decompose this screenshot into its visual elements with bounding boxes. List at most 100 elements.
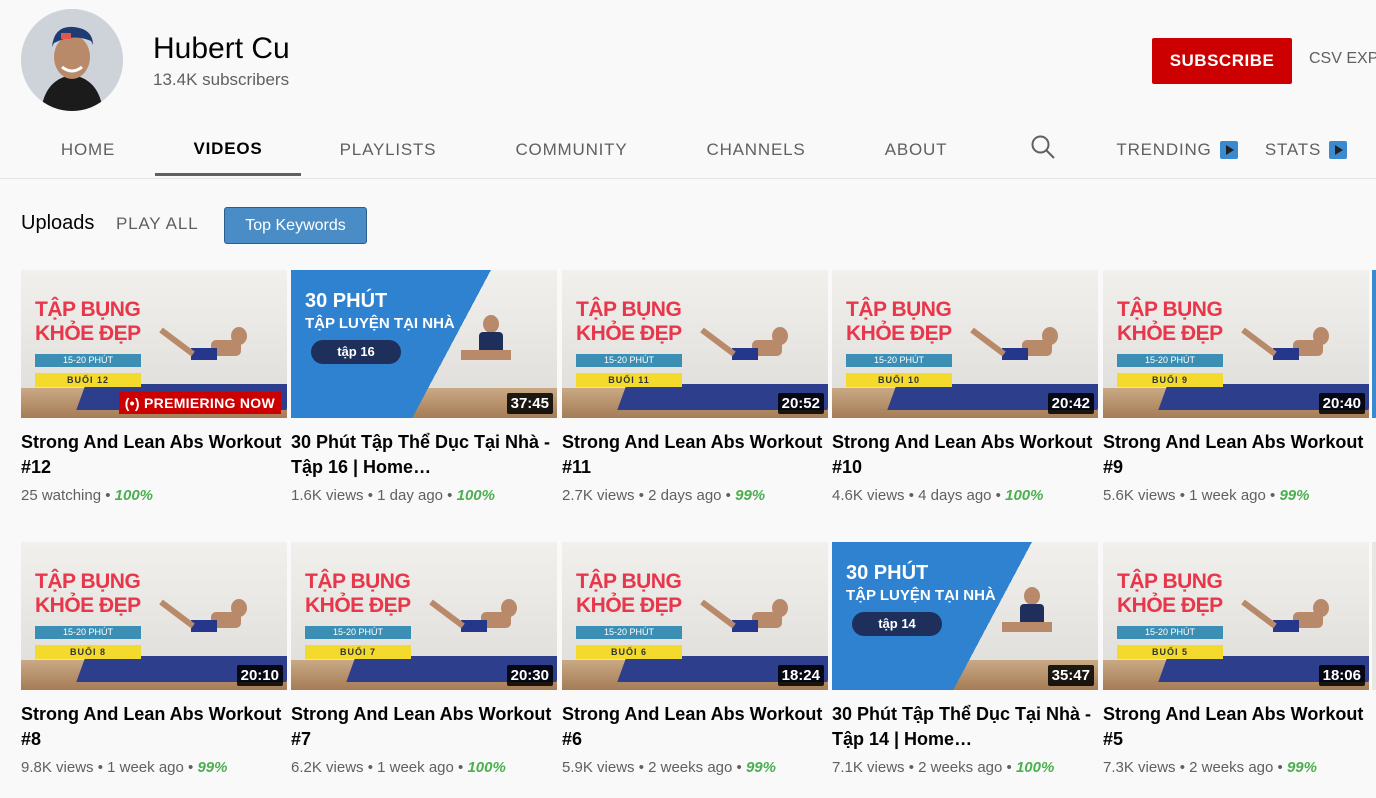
thumbnail-text: TẬP BỤNG KHỎE ĐẸP (1117, 298, 1223, 345)
video-title[interactable]: Strong And Lean Abs Workout #6 (562, 702, 828, 752)
video-stats: 1.6K views • 1 day ago (291, 487, 444, 504)
tab-community[interactable]: COMMUNITY (500, 124, 643, 176)
video-thumbnail[interactable]: 30 PHÚT TẬP LUYỆN TẠI NHÀ tập 16 37:45 (291, 270, 557, 418)
tab-label: PLAYLISTS (339, 140, 437, 159)
video-stats: 9.8K views • 1 week ago (21, 759, 184, 776)
video-meta: 6.2K views • 1 week ago • 100% (291, 759, 506, 776)
like-percent: 99% (1286, 759, 1317, 776)
subscribe-button[interactable]: SUBSCRIBE (1152, 38, 1292, 84)
search-icon[interactable] (1030, 134, 1056, 160)
play-badge-icon (1219, 141, 1238, 159)
video-meta: 4.6K views • 4 days ago • 100% (832, 487, 1044, 504)
tab-trending[interactable]: TRENDING (1112, 124, 1242, 176)
section-title: Uploads (21, 212, 95, 234)
video-meta: 5.9K views • 2 weeks ago • 99% (562, 759, 776, 776)
like-percent: 100% (1015, 759, 1055, 776)
like-percent: 99% (197, 759, 228, 776)
tab-label: COMMUNITY (515, 140, 628, 159)
duration-badge: 20:42 (1047, 393, 1094, 414)
video-title[interactable]: Strong And Lean Abs Workout #11 (562, 430, 828, 480)
video-meta: 2.7K views • 2 days ago • 99% (562, 487, 766, 504)
csv-export-button[interactable]: CSV EXPO (1309, 50, 1376, 68)
duration-badge: 37:45 (506, 393, 553, 414)
thumbnail-session: BUỔI 12 (35, 373, 141, 387)
video-card[interactable]: TẬP BỤNG KHỎE ĐẸP 15-20 PHÚT BUỔI 5 18:06… (1103, 542, 1369, 776)
video-card[interactable]: TẬP BỤNG KHỎE ĐẸP 15-20 PHÚT BUỔI 7 20:30… (291, 542, 557, 776)
tab-about[interactable]: ABOUT (872, 124, 960, 176)
video-title[interactable]: Strong And Lean Abs Workout #8 (21, 702, 287, 752)
video-title[interactable]: Strong And Lean Abs Workout #7 (291, 702, 557, 752)
thumbnail-session: BUỔI 9 (1117, 373, 1223, 387)
video-thumbnail[interactable]: TẬP BỤNG KHỎE ĐẸP 15-20 PHÚT BUỔI 11 20:5… (562, 270, 828, 418)
thumbnail-session: BUỔI 5 (1117, 645, 1223, 659)
subscriber-count: 13.4K subscribers (153, 70, 290, 89)
play-all-button[interactable]: PLAY ALL (116, 214, 198, 234)
person-figure (461, 315, 511, 360)
like-percent: 99% (735, 487, 766, 504)
video-stats: 2.7K views • 2 days ago (562, 487, 722, 504)
thumbnail-episode: tập 14 (852, 612, 942, 636)
tab-label: ABOUT (884, 140, 948, 159)
person-figure (159, 599, 247, 632)
thumbnail-text: TẬP BỤNG KHỎE ĐẸP (846, 298, 952, 345)
channel-name: Hubert Cu (153, 32, 290, 65)
thumbnail-text: 30 PHÚT (305, 290, 388, 312)
video-thumbnail[interactable]: TẬP BỤNG KHỎE ĐẸP 15-20 PHÚT BUỔI 6 18:24 (562, 542, 828, 690)
person-figure (1241, 327, 1329, 360)
video-card[interactable]: TẬP BỤNG KHỎE ĐẸP 15-20 PHÚT BUỔI 8 20:10… (21, 542, 287, 776)
thumbnail-strip: 15-20 PHÚT (846, 354, 952, 367)
person-figure (700, 599, 788, 632)
video-title[interactable]: 30 Phút Tập Thể Dục Tại Nhà - Tập 14 | H… (832, 702, 1098, 752)
next-thumbnail-edge[interactable] (1372, 270, 1376, 418)
video-title[interactable]: Strong And Lean Abs Workout #5 (1103, 702, 1369, 752)
person-figure (159, 327, 247, 360)
video-stats: 5.9K views • 2 weeks ago (562, 759, 733, 776)
person-figure (700, 327, 788, 360)
video-thumbnail[interactable]: TẬP BỤNG KHỎE ĐẸP 15-20 PHÚT BUỔI 10 20:4… (832, 270, 1098, 418)
thumbnail-strip: 15-20 PHÚT (1117, 354, 1223, 367)
channel-header: Hubert Cu 13.4K subscribers SUBSCRIBE CS… (0, 0, 1376, 179)
video-thumbnail[interactable]: 30 PHÚT TẬP LUYỆN TẠI NHÀ tập 14 35:47 (832, 542, 1098, 690)
video-title[interactable]: 30 Phút Tập Thể Dục Tại Nhà - Tập 16 | H… (291, 430, 557, 480)
tab-label: HOME (60, 140, 116, 159)
video-card[interactable]: 30 PHÚT TẬP LUYỆN TẠI NHÀ tập 14 35:47 30… (832, 542, 1098, 776)
video-thumbnail[interactable]: TẬP BỤNG KHỎE ĐẸP 15-20 PHÚT BUỔI 7 20:30 (291, 542, 557, 690)
tab-home[interactable]: HOME (48, 124, 128, 176)
thumbnail-session: BUỔI 10 (846, 373, 952, 387)
video-card[interactable]: 30 PHÚT TẬP LUYỆN TẠI NHÀ tập 16 37:45 30… (291, 270, 557, 504)
tab-label: STATS (1264, 140, 1322, 159)
duration-badge: 18:24 (777, 665, 824, 686)
like-percent: 99% (745, 759, 776, 776)
video-thumbnail[interactable]: TẬP BỤNG KHỎE ĐẸP 15-20 PHÚT BUỔI 12 (•) … (21, 270, 287, 418)
video-thumbnail[interactable]: TẬP BỤNG KHỎE ĐẸP 15-20 PHÚT BUỔI 5 18:06 (1103, 542, 1369, 690)
video-card[interactable]: TẬP BỤNG KHỎE ĐẸP 15-20 PHÚT BUỔI 9 20:40… (1103, 270, 1369, 504)
tab-channels[interactable]: CHANNELS (696, 124, 816, 176)
tab-playlists[interactable]: PLAYLISTS (328, 124, 448, 176)
video-meta: 1.6K views • 1 day ago • 100% (291, 487, 495, 504)
video-card[interactable]: TẬP BỤNG KHỎE ĐẸP 15-20 PHÚT BUỔI 12 (•) … (21, 270, 287, 504)
video-title[interactable]: Strong And Lean Abs Workout #12 (21, 430, 287, 480)
video-title[interactable]: Strong And Lean Abs Workout #10 (832, 430, 1098, 480)
tab-label: TRENDING (1116, 140, 1212, 159)
thumbnail-session: BUỔI 8 (35, 645, 141, 659)
like-percent: 100% (114, 487, 154, 504)
video-card[interactable]: TẬP BỤNG KHỎE ĐẸP 15-20 PHÚT BUỔI 6 18:24… (562, 542, 828, 776)
channel-avatar[interactable] (21, 9, 123, 111)
top-keywords-button[interactable]: Top Keywords (224, 207, 367, 244)
video-card[interactable]: TẬP BỤNG KHỎE ĐẸP 15-20 PHÚT BUỔI 11 20:5… (562, 270, 828, 504)
video-stats: 4.6K views • 4 days ago (832, 487, 992, 504)
thumbnail-strip: 15-20 PHÚT (576, 626, 682, 639)
tab-label: VIDEOS (193, 138, 263, 158)
next-thumbnail-edge[interactable] (1372, 542, 1376, 690)
tab-videos[interactable]: VIDEOS (155, 124, 301, 176)
video-title[interactable]: Strong And Lean Abs Workout #9 (1103, 430, 1369, 480)
video-thumbnail[interactable]: TẬP BỤNG KHỎE ĐẸP 15-20 PHÚT BUỔI 8 20:10 (21, 542, 287, 690)
thumbnail-episode: tập 16 (311, 340, 401, 364)
thumbnail-strip: 15-20 PHÚT (1117, 626, 1223, 639)
premiering-badge: (•) PREMIERING NOW (118, 392, 281, 414)
tab-stats[interactable]: STATS (1258, 124, 1354, 176)
video-card[interactable]: TẬP BỤNG KHỎE ĐẸP 15-20 PHÚT BUỔI 10 20:4… (832, 270, 1098, 504)
thumbnail-strip: 15-20 PHÚT (576, 354, 682, 367)
duration-badge: 35:47 (1047, 665, 1094, 686)
video-thumbnail[interactable]: TẬP BỤNG KHỎE ĐẸP 15-20 PHÚT BUỔI 9 20:40 (1103, 270, 1369, 418)
